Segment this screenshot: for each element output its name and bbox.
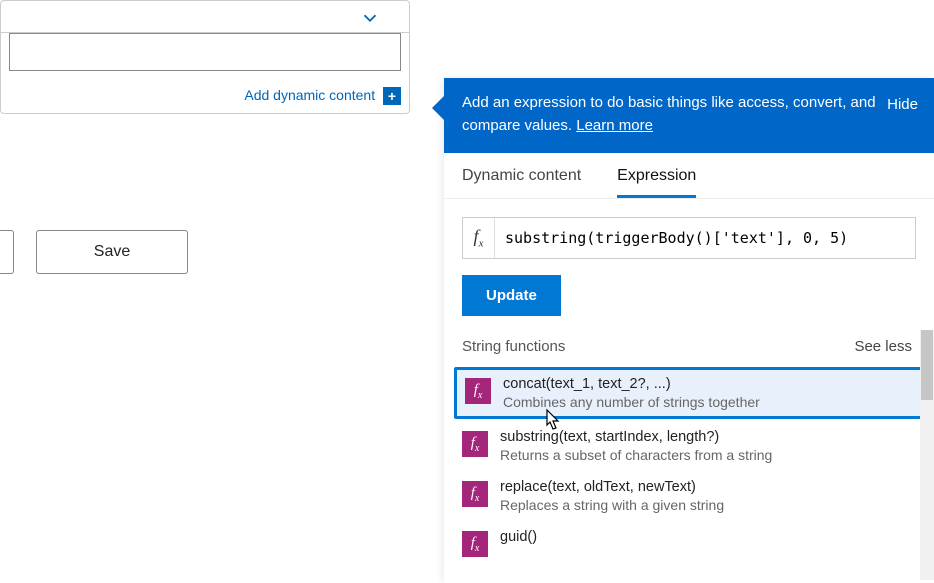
expression-input-row: fx xyxy=(462,217,916,259)
function-text: replace(text, oldText, newText) Replaces … xyxy=(500,479,724,513)
chevron-down-icon xyxy=(359,7,381,34)
tab-bar: Dynamic content Expression xyxy=(444,153,934,199)
function-item[interactable]: fx guid() xyxy=(444,521,934,565)
function-text: guid() xyxy=(500,529,537,545)
function-item[interactable]: fx substring(text, startIndex, length?) Re… xyxy=(444,421,934,471)
function-description: Replaces a string with a given string xyxy=(500,497,724,513)
learn-more-link[interactable]: Learn more xyxy=(576,117,653,134)
section-title: String functions xyxy=(462,338,565,355)
function-description: Combines any number of strings together xyxy=(503,394,760,410)
dropdown-field[interactable] xyxy=(1,1,409,33)
hide-button[interactable]: Hide xyxy=(887,94,918,117)
form-container: Add dynamic content + xyxy=(0,0,410,114)
partial-button-edge xyxy=(0,230,14,274)
function-item[interactable]: fx concat(text_1, text_2?, ...) Combines a… xyxy=(454,367,924,419)
scrollbar-thumb[interactable] xyxy=(921,330,933,400)
function-signature: substring(text, startIndex, length?) xyxy=(500,429,772,445)
function-signature: guid() xyxy=(500,529,537,545)
panel-header-text: Add an expression to do basic things lik… xyxy=(462,94,876,134)
tab-dynamic-content[interactable]: Dynamic content xyxy=(462,167,581,198)
fx-badge-icon: fx xyxy=(462,431,488,457)
function-text: concat(text_1, text_2?, ...) Combines any… xyxy=(503,376,760,410)
expression-panel: Add an expression to do basic things lik… xyxy=(444,78,934,583)
fx-badge-icon: fx xyxy=(462,481,488,507)
fx-badge-icon: fx xyxy=(465,378,491,404)
function-list: fx concat(text_1, text_2?, ...) Combines a… xyxy=(444,367,934,565)
tab-expression[interactable]: Expression xyxy=(617,167,696,198)
plus-icon[interactable]: + xyxy=(383,87,401,105)
function-description: Returns a subset of characters from a st… xyxy=(500,447,772,463)
function-signature: concat(text_1, text_2?, ...) xyxy=(503,376,760,392)
fx-badge-icon: fx xyxy=(462,531,488,557)
add-dynamic-content-link[interactable]: Add dynamic content xyxy=(244,87,375,103)
save-button[interactable]: Save xyxy=(36,230,188,274)
text-input-field[interactable] xyxy=(9,33,401,71)
panel-header: Add an expression to do basic things lik… xyxy=(444,78,934,153)
expression-input[interactable] xyxy=(495,219,915,257)
fx-icon: fx xyxy=(463,218,495,258)
function-item[interactable]: fx replace(text, oldText, newText) Replace… xyxy=(444,471,934,521)
function-text: substring(text, startIndex, length?) Retu… xyxy=(500,429,772,463)
update-button[interactable]: Update xyxy=(462,275,561,316)
see-less-link[interactable]: See less xyxy=(854,338,912,355)
function-signature: replace(text, oldText, newText) xyxy=(500,479,724,495)
scrollbar[interactable] xyxy=(920,330,934,580)
